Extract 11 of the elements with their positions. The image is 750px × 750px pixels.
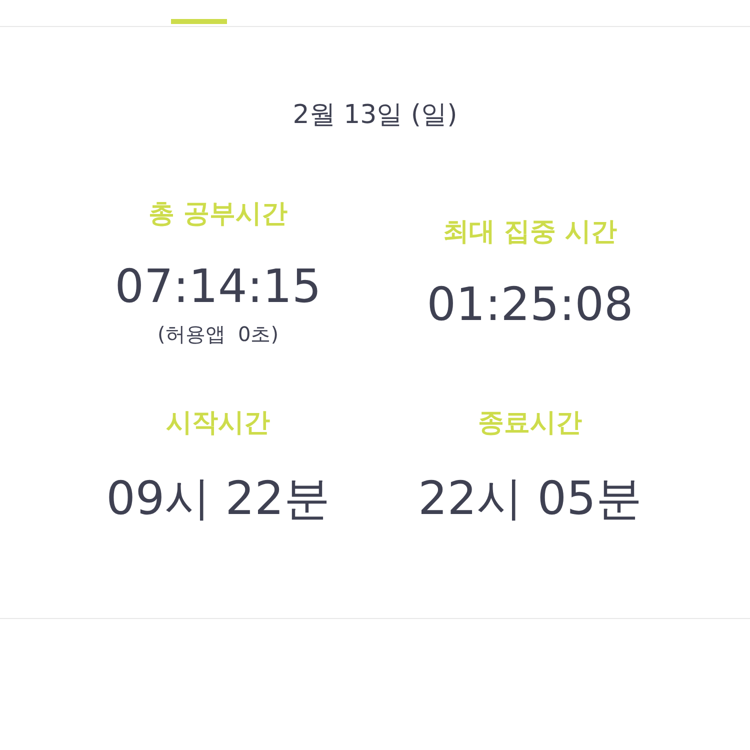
- stat-value: 01:25:08: [426, 276, 634, 330]
- stat-label: 총 공부시간: [148, 198, 288, 231]
- stat-label: 종료시간: [478, 407, 582, 440]
- stat-value: 09시 22분: [106, 470, 330, 527]
- date-title: 2월 13일 (일): [292, 99, 458, 132]
- tab-indicator: [171, 19, 227, 24]
- stat-value: 22시 05분: [418, 470, 642, 527]
- stat-note: (허용앱 0초): [157, 321, 279, 348]
- stat-label: 최대 집중 시간: [442, 216, 618, 248]
- stat-value: 07:14:15: [114, 259, 322, 313]
- stat-label: 시작시간: [166, 407, 270, 440]
